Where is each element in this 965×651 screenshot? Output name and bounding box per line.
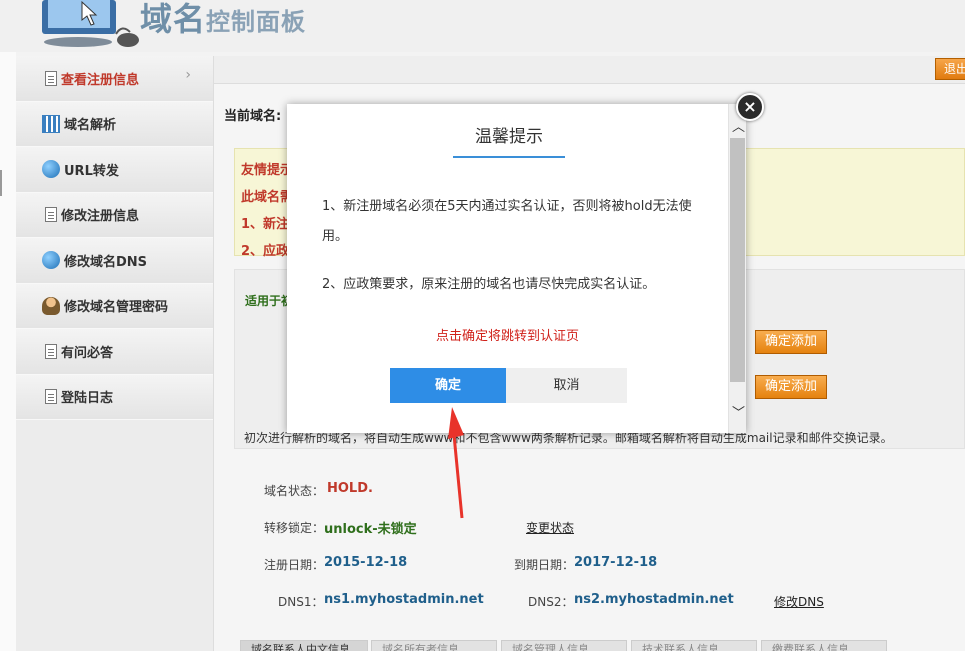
logout-button[interactable]: 退出 <box>935 58 965 80</box>
sidebar-item-label: 有问必答 <box>61 345 114 361</box>
top-bar: 退出 <box>214 56 965 84</box>
globe-icon <box>42 251 60 270</box>
modal-redirect-hint: 点击确定将跳转到认证页 <box>435 329 579 344</box>
sidebar-item-label: 查看注册信息 <box>61 72 140 88</box>
expire-date-label: 到期日期： <box>514 558 575 572</box>
logo-sub-text: 控制面板 <box>206 8 307 36</box>
sidebar-item-edit-registration[interactable]: 修改注册信息 <box>16 192 213 238</box>
sidebar-item-label: 域名解析 <box>64 118 117 134</box>
cancel-button[interactable]: 取消 <box>506 368 627 403</box>
sidebar-item-view-registration[interactable]: 查看注册信息 › <box>16 56 213 102</box>
tab-chinese-contact[interactable]: 域名联系人中文信息 <box>240 640 368 651</box>
change-status-link[interactable]: 变更状态 <box>526 519 574 536</box>
sidebar-item-label: URL转发 <box>64 163 119 179</box>
sidebar: 查看注册信息 › 域名解析 URL转发 修改注册信息 修改域名DNS 修改域名管… <box>16 56 214 651</box>
dns2-value: ns2.myhostadmin.net <box>574 592 734 607</box>
chevron-down-icon[interactable]: ﹀ <box>732 402 745 421</box>
sidebar-item-edit-password[interactable]: 修改域名管理密码 <box>16 283 213 329</box>
edge-marker <box>0 170 2 196</box>
sidebar-item-label: 登陆日志 <box>61 391 114 407</box>
transfer-lock-value: unlock-未锁定 <box>324 522 417 537</box>
grid-icon <box>42 114 60 133</box>
chevron-right-icon: › <box>185 67 191 83</box>
modal-line-1: 1、新注册域名必须在5天内通过实名认证，否则将被hold无法使用。 <box>322 199 692 244</box>
sidebar-item-url-forward[interactable]: URL转发 <box>16 147 213 193</box>
reg-date-value: 2015-12-18 <box>324 555 408 570</box>
dns1-label: DNS1： <box>278 595 324 609</box>
tab-tech[interactable]: 技术联系人信息 <box>631 640 757 651</box>
sidebar-item-dns-resolve[interactable]: 域名解析 <box>16 101 213 147</box>
sidebar-item-label: 修改域名DNS <box>64 254 148 270</box>
sidebar-item-login-log[interactable]: 登陆日志 <box>16 374 213 420</box>
document-icon <box>45 207 57 223</box>
document-icon <box>45 70 57 86</box>
logo-main-text: 域名 <box>140 0 207 38</box>
contact-tabs: 域名联系人中文信息 域名所有者信息 域名管理人信息 技术联系人信息 缴费联系人信… <box>238 640 965 651</box>
transfer-lock-label: 转移锁定： <box>264 521 325 535</box>
globe-icon <box>42 160 60 179</box>
left-edge-strip <box>0 0 16 651</box>
red-arrow-annotation <box>448 407 464 519</box>
tab-admin[interactable]: 域名管理人信息 <box>501 640 627 651</box>
tab-owner[interactable]: 域名所有者信息 <box>371 640 497 651</box>
modal-body: 1、新注册域名必须在5天内通过实名认证，否则将被hold无法使用。 2、应政策要… <box>322 192 700 300</box>
document-icon <box>45 389 57 405</box>
computer-mouse-icon <box>42 0 139 47</box>
logo-title: 域名控制面板 <box>140 0 306 40</box>
sidebar-item-faq[interactable]: 有问必答 <box>16 329 213 375</box>
sidebar-item-edit-dns[interactable]: 修改域名DNS <box>16 238 213 284</box>
domain-status-label: 域名状态： <box>264 484 325 498</box>
expire-date-value: 2017-12-18 <box>574 555 658 570</box>
domain-status-value: HOLD. <box>327 481 373 496</box>
modal-scrollbar[interactable]: ︿ ﹀ <box>728 104 746 433</box>
dns2-label: DNS2： <box>528 595 574 609</box>
scrollbar-thumb[interactable] <box>730 138 745 382</box>
tab-billing[interactable]: 缴费联系人信息 <box>761 640 887 651</box>
dns1-value: ns1.myhostadmin.net <box>324 592 484 607</box>
confirm-button[interactable]: 确定 <box>390 368 506 403</box>
header: 域名控制面板 <box>0 0 965 52</box>
warning-modal: 温馨提示 1、新注册域名必须在5天内通过实名认证，否则将被hold无法使用。 2… <box>287 104 746 433</box>
current-domain-label: 当前域名: <box>224 109 282 124</box>
sidebar-item-label: 修改域名管理密码 <box>64 300 169 316</box>
modal-title: 温馨提示 <box>453 122 565 158</box>
apply-title: 适用于初 <box>245 294 294 308</box>
modify-dns-link[interactable]: 修改DNS <box>774 593 824 610</box>
reg-date-label: 注册日期： <box>264 558 325 572</box>
modal-line-2: 2、应政策要求，原来注册的域名也请尽快完成实名认证。 <box>322 277 656 292</box>
sidebar-item-label: 修改注册信息 <box>61 209 140 225</box>
add-record-button[interactable]: 确定添加 <box>755 330 827 354</box>
document-icon <box>45 343 57 359</box>
user-icon <box>42 296 60 315</box>
add-record-button[interactable]: 确定添加 <box>755 375 827 399</box>
close-icon[interactable]: × <box>736 93 764 121</box>
